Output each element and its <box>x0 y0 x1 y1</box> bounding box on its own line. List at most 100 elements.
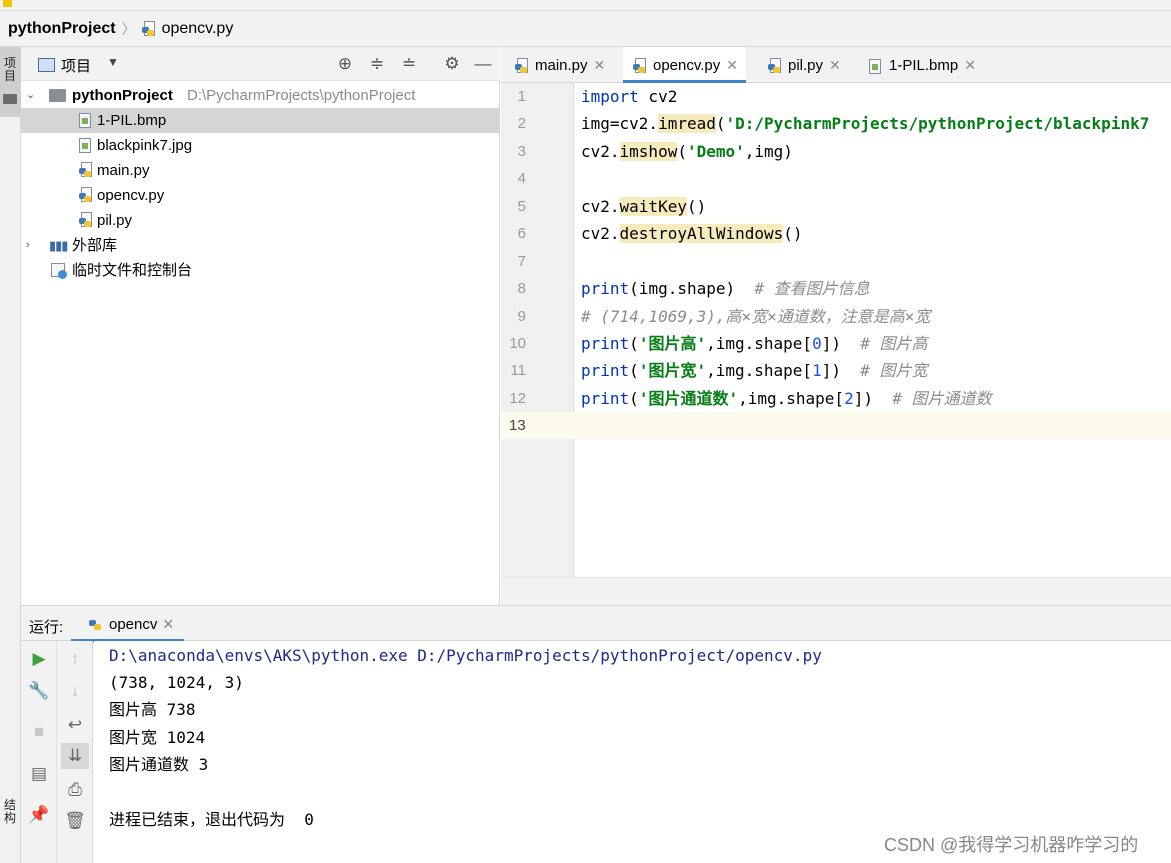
line-number: 6 <box>517 225 526 242</box>
code-editor: main.py ✕ opencv.py ✕ pil.py ✕ 1-PIL.bmp ✕ 1… <box>501 47 1171 605</box>
tree-external-libraries[interactable]: › ▮▮▮ 外部库 <box>21 233 500 258</box>
left-tool-strip: 项目 结构 <box>0 47 21 863</box>
project-tool-tab[interactable]: 项目 <box>0 47 21 117</box>
python-file-icon <box>79 187 93 203</box>
tab-label: 1-PIL.bmp <box>889 57 959 74</box>
minimize-icon[interactable]: — <box>473 54 493 74</box>
image-file-icon <box>79 138 91 153</box>
console-output-line: 图片通道数 3 <box>109 755 209 774</box>
project-view-icon <box>38 58 55 72</box>
tree-file-item[interactable]: main.py <box>21 158 500 183</box>
menu-bar <box>0 0 1171 11</box>
project-root-name: pythonProject <box>72 87 173 104</box>
tree-file-item[interactable]: 1-PIL.bmp <box>21 108 500 133</box>
close-icon[interactable]: ✕ <box>162 616 174 632</box>
locate-file-icon[interactable]: ⊕ <box>335 54 355 74</box>
editor-footer <box>501 577 1171 605</box>
code-line: img=cv2.imread('D:/PycharmProjects/pytho… <box>581 114 1150 133</box>
pin-icon[interactable]: 📌 <box>21 802 57 828</box>
wrench-icon[interactable]: 🔧 <box>21 678 57 704</box>
tree-file-item[interactable]: blackpink7.jpg <box>21 133 500 158</box>
code-line: print('图片通道数',img.shape[2]) # 图片通道数 <box>581 389 992 408</box>
run-toolbar-secondary: ↑ ↓ ↩ ⇊ ⎙ 🗑 <box>57 641 93 863</box>
tab-1-pil-bmp[interactable]: 1-PIL.bmp ✕ <box>869 47 976 83</box>
close-icon[interactable]: ✕ <box>829 57 841 73</box>
line-number-current: 13 <box>501 412 574 439</box>
python-file-icon <box>79 162 93 178</box>
breadcrumb: pythonProject 〉 opencv.py <box>0 11 1171 47</box>
project-panel-title[interactable]: 项目 <box>61 55 91 76</box>
folder-icon <box>49 89 66 102</box>
line-number: 4 <box>517 170 526 187</box>
tab-label: opencv.py <box>653 57 721 74</box>
tree-file-item[interactable]: pil.py <box>21 208 500 233</box>
breadcrumb-separator-icon: 〉 <box>121 20 136 37</box>
image-file-icon <box>79 113 91 128</box>
chevron-down-icon[interactable]: ▼ <box>107 55 119 69</box>
file-name: main.py <box>97 162 150 179</box>
soft-wrap-icon[interactable]: ↩ <box>57 712 93 738</box>
trash-icon[interactable]: 🗑 <box>57 808 93 834</box>
project-panel-header: 项目 ▼ ⊕ ≑ ≐ ⚙ — <box>21 47 500 81</box>
line-number: 5 <box>517 198 526 215</box>
layout-icon[interactable]: ▤ <box>21 761 57 787</box>
run-console[interactable]: D:\anaconda\envs\AKS\python.exe D:/Pycha… <box>94 641 1171 863</box>
close-icon[interactable]: ✕ <box>594 57 606 73</box>
line-number: 1 <box>517 88 526 105</box>
run-tab-opencv[interactable]: opencv ✕ <box>71 606 185 642</box>
run-icon[interactable]: ▶ <box>21 646 57 672</box>
app-logo-icon <box>3 0 12 7</box>
library-icon: ▮▮▮ <box>49 238 68 253</box>
close-icon[interactable]: ✕ <box>964 57 976 73</box>
file-name: blackpink7.jpg <box>97 137 193 154</box>
python-file-icon <box>633 58 647 74</box>
line-number: 11 <box>510 362 526 379</box>
stop-icon[interactable]: ■ <box>21 719 57 745</box>
arrow-down-icon[interactable]: ↓ <box>57 678 93 704</box>
tab-opencv-py[interactable]: opencv.py ✕ <box>623 47 746 83</box>
line-number: 2 <box>517 115 526 132</box>
run-toolbar-primary: ▶ 🔧 ■ ▤ 📌 <box>21 641 57 863</box>
tree-scratches[interactable]: 临时文件和控制台 <box>21 258 500 283</box>
breadcrumb-project[interactable]: pythonProject <box>8 20 116 38</box>
code-line: print('图片宽',img.shape[1]) # 图片宽 <box>581 361 928 380</box>
console-exit-line: 进程已结束，退出代码为 0 <box>109 810 314 829</box>
line-number: 10 <box>509 335 526 352</box>
folder-icon <box>3 94 17 104</box>
arrow-up-icon[interactable]: ↑ <box>57 646 93 672</box>
console-output-line: (738, 1024, 3) <box>109 673 244 692</box>
collapse-all-icon[interactable]: ≐ <box>399 54 419 74</box>
external-libraries-label: 外部库 <box>72 237 118 254</box>
python-file-icon <box>515 58 529 74</box>
line-number: 7 <box>517 253 526 270</box>
expand-all-icon[interactable]: ≑ <box>367 54 387 74</box>
tab-label: main.py <box>535 57 588 74</box>
console-output-line: 图片宽 1024 <box>109 728 206 747</box>
line-number-gutter: 1 2 3 4 5 6 7 8 9 10 11 12 13 <box>501 83 574 577</box>
python-file-icon <box>79 212 93 228</box>
image-file-icon <box>869 58 881 74</box>
structure-tool-tab[interactable]: 结构 <box>2 799 18 825</box>
line-number: 8 <box>517 280 526 297</box>
code-line: cv2.imshow('Demo',img) <box>581 142 793 161</box>
tab-pil-py[interactable]: pil.py ✕ <box>768 47 841 83</box>
code-line: print(img.shape) # 查看图片信息 <box>581 279 870 298</box>
scroll-to-end-icon[interactable]: ⇊ <box>61 743 89 769</box>
chevron-down-icon[interactable]: ⌄ <box>26 83 35 108</box>
code-line: print('图片高',img.shape[0]) # 图片高 <box>581 334 928 353</box>
tree-file-item[interactable]: opencv.py <box>21 183 500 208</box>
tab-main-py[interactable]: main.py ✕ <box>515 47 605 83</box>
line-number: 9 <box>517 308 526 325</box>
close-icon[interactable]: ✕ <box>726 57 738 73</box>
print-icon[interactable]: ⎙ <box>57 777 93 803</box>
editor-tab-bar: main.py ✕ opencv.py ✕ pil.py ✕ 1-PIL.bmp ✕ <box>501 47 1171 83</box>
python-icon <box>89 617 103 633</box>
code-area[interactable]: import cv2 img=cv2.imread('D:/PycharmPro… <box>575 83 1171 577</box>
chevron-right-icon[interactable]: › <box>26 233 30 258</box>
breadcrumb-file[interactable]: opencv.py <box>162 20 234 38</box>
tab-label: pil.py <box>788 57 824 74</box>
tree-root-project[interactable]: ⌄ pythonProject D:\PycharmProjects\pytho… <box>21 83 500 108</box>
project-root-path: D:\PycharmProjects\pythonProject <box>187 87 416 104</box>
gear-icon[interactable]: ⚙ <box>442 54 462 74</box>
line-number: 12 <box>509 390 526 407</box>
